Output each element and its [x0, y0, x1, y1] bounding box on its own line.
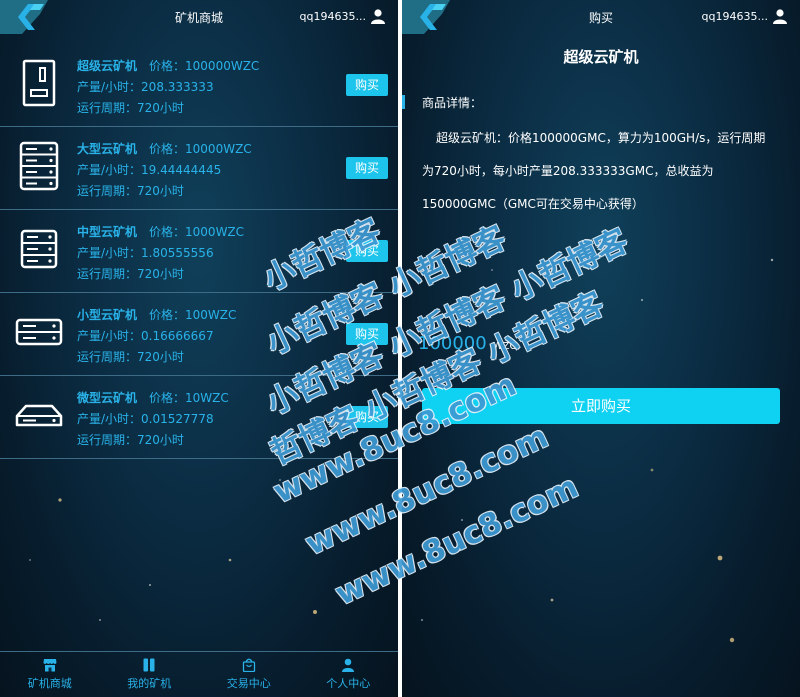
tab-label: 交易中心 — [226, 677, 271, 690]
product-description: 超级云矿机：价格100000GMC，算力为100GH/s，运行周期为720小时，… — [422, 131, 766, 211]
run-period: 720小时 — [137, 433, 184, 447]
rate-label: 产量/小时： — [77, 80, 142, 94]
product-price: 1000WZC — [185, 225, 245, 239]
purchase-panel: 购买 qq194635... 超级云矿机 商品详情： 超级云矿机：价格10000… — [402, 0, 800, 697]
server-rack-small-icon — [15, 318, 63, 346]
run-period: 720小时 — [137, 101, 184, 115]
purchase-header: 购买 qq194635... — [402, 0, 800, 34]
server-flat-icon — [15, 404, 63, 427]
product-price: 10WZC — [185, 391, 229, 405]
detail-label: 商品详情： — [422, 96, 483, 110]
rate-label: 产量/小时： — [77, 163, 142, 177]
shop-icon — [43, 659, 57, 672]
user-icon — [371, 9, 385, 24]
shop-header: 矿机商城 qq194635... — [0, 0, 398, 34]
price-label: 价格： — [149, 59, 186, 73]
section-accent-bar — [402, 95, 405, 109]
user-icon — [773, 9, 787, 24]
hourly-output: 1.80555556 — [141, 246, 214, 260]
period-label: 运行周期： — [77, 101, 138, 115]
product-name: 超级云矿机 — [77, 59, 138, 73]
server-rack-medium-icon — [20, 229, 58, 269]
hourly-output: 0.01527778 — [141, 412, 214, 426]
price-label: 价格： — [149, 142, 186, 156]
product-item-medium-miner: 中型云矿机 价格：1000WZC 产量/小时：1.80555556 运行周期：72… — [0, 210, 398, 293]
buy-button[interactable]: 购买 — [346, 406, 388, 428]
user-account[interactable]: qq194635... — [300, 8, 386, 24]
product-name: 微型云矿机 — [77, 391, 138, 405]
price-label: 价格： — [149, 308, 186, 322]
rate-label: 产量/小时： — [77, 246, 142, 260]
username: qq194635... — [701, 9, 768, 23]
period-label: 运行周期： — [77, 267, 138, 281]
username: qq194635... — [299, 9, 366, 23]
product-item-large-miner: 大型云矿机 价格：10000WZC 产量/小时：19.44444445 运行周期：… — [0, 127, 398, 210]
hourly-output: 208.333333 — [141, 80, 214, 94]
miner-product-list: 超级云矿机 价格：100000WZC 产量/小时：208.333333 运行周期：… — [0, 44, 398, 459]
tab-label: 我的矿机 — [127, 677, 172, 690]
product-item-micro-miner: 微型云矿机 价格：10WZC 产量/小时：0.01527778 运行周期：720小… — [0, 376, 398, 459]
shop-panel: 矿机商城 qq194635... 超级云矿机 价格：100000WZC 产量/小时… — [0, 0, 398, 697]
server-rack-large-icon — [19, 141, 59, 191]
bag-icon — [242, 658, 255, 672]
product-title: 超级云矿机 — [563, 48, 639, 66]
user-account[interactable]: qq194635... — [702, 8, 788, 24]
period-label: 运行周期： — [77, 433, 138, 447]
price-display: 100000 WZC — [418, 333, 516, 354]
product-name: 大型云矿机 — [77, 142, 138, 156]
buy-button[interactable]: 购买 — [346, 74, 388, 96]
tab-miner-shop[interactable]: 矿机商城 — [0, 652, 100, 697]
hourly-output: 0.16666667 — [141, 329, 214, 343]
tab-label: 矿机商城 — [27, 677, 72, 690]
product-price: 100000WZC — [185, 59, 260, 73]
price-label: 价格： — [149, 225, 186, 239]
product-price: 10000WZC — [185, 142, 252, 156]
rate-label: 产量/小时： — [77, 329, 142, 343]
price-unit: WZC — [492, 341, 517, 352]
product-item-small-miner: 小型云矿机 价格：100WZC 产量/小时：0.16666667 运行周期：720… — [0, 293, 398, 376]
run-period: 720小时 — [137, 184, 184, 198]
product-item-super-miner: 超级云矿机 价格：100000WZC 产量/小时：208.333333 运行周期：… — [0, 44, 398, 127]
server-tower-icon — [22, 59, 56, 107]
tab-my-miners[interactable]: 我的矿机 — [100, 652, 200, 697]
period-label: 运行周期： — [77, 350, 138, 364]
buy-button[interactable]: 购买 — [346, 157, 388, 179]
tab-personal-center[interactable]: 个人中心 — [299, 652, 399, 697]
buy-button[interactable]: 购买 — [346, 323, 388, 345]
tab-trade-center[interactable]: 交易中心 — [199, 652, 299, 697]
period-label: 运行周期： — [77, 184, 138, 198]
person-icon — [342, 658, 355, 672]
product-name: 中型云矿机 — [77, 225, 138, 239]
bottom-tab-bar: 矿机商城 我的矿机 交易中心 个人中心 — [0, 651, 398, 697]
buy-now-button[interactable]: 立即购买 — [422, 388, 780, 424]
my-miner-icon — [143, 658, 155, 672]
run-period: 720小时 — [137, 267, 184, 281]
product-price: 100WZC — [185, 308, 237, 322]
hourly-output: 19.44444445 — [141, 163, 222, 177]
price-label: 价格： — [149, 391, 186, 405]
buy-button[interactable]: 购买 — [346, 240, 388, 262]
rate-label: 产量/小时： — [77, 412, 142, 426]
product-name: 小型云矿机 — [77, 308, 138, 322]
price-value: 100000 — [418, 333, 487, 354]
run-period: 720小时 — [137, 350, 184, 364]
tab-label: 个人中心 — [326, 677, 371, 690]
